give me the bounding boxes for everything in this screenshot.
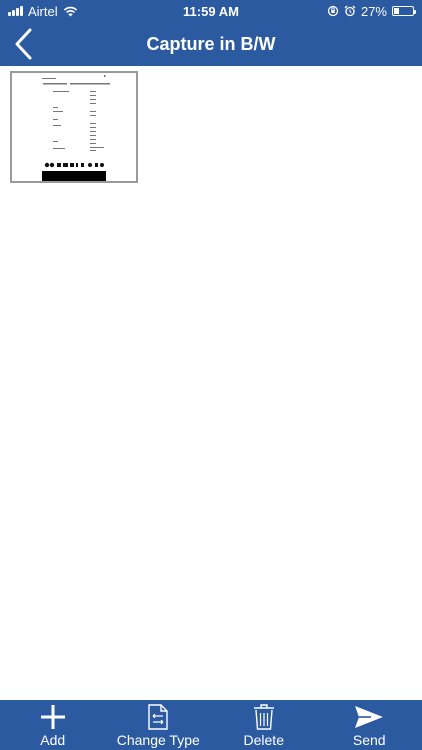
document-preview-image <box>12 73 136 181</box>
page-title: Capture in B/W <box>146 33 276 54</box>
back-button[interactable] <box>10 26 38 62</box>
status-bar: Airtel 11:59 AM 27% <box>0 0 422 22</box>
delete-label: Delete <box>243 732 284 748</box>
signal-icon <box>8 6 23 16</box>
content-area <box>0 66 422 700</box>
battery-percent: 27% <box>360 3 387 19</box>
status-left: Airtel <box>8 4 78 19</box>
change-type-button[interactable]: Change Type <box>106 700 212 750</box>
plus-icon <box>40 705 65 729</box>
send-button[interactable]: Send <box>317 700 422 750</box>
captured-page-thumbnail[interactable] <box>10 71 138 183</box>
chevron-left-icon <box>15 28 32 60</box>
wifi-icon <box>63 6 77 16</box>
bottom-toolbar: Add Change Type Delete Send <box>0 700 422 750</box>
add-button[interactable]: Add <box>0 700 106 750</box>
add-label: Add <box>40 732 66 748</box>
status-right: 27% <box>327 3 416 19</box>
carrier-name: Airtel <box>28 3 58 19</box>
battery-icon <box>392 6 416 16</box>
alarm-icon <box>344 5 356 17</box>
orientation-lock-icon <box>327 5 339 17</box>
delete-button[interactable]: Delete <box>211 700 317 750</box>
change-type-label: Change Type <box>116 732 200 748</box>
send-label: Send <box>352 732 386 748</box>
paper-plane-icon <box>355 706 384 728</box>
nav-bar: Capture in B/W <box>0 22 422 66</box>
document-swap-icon <box>148 704 168 730</box>
trash-icon <box>253 704 274 730</box>
